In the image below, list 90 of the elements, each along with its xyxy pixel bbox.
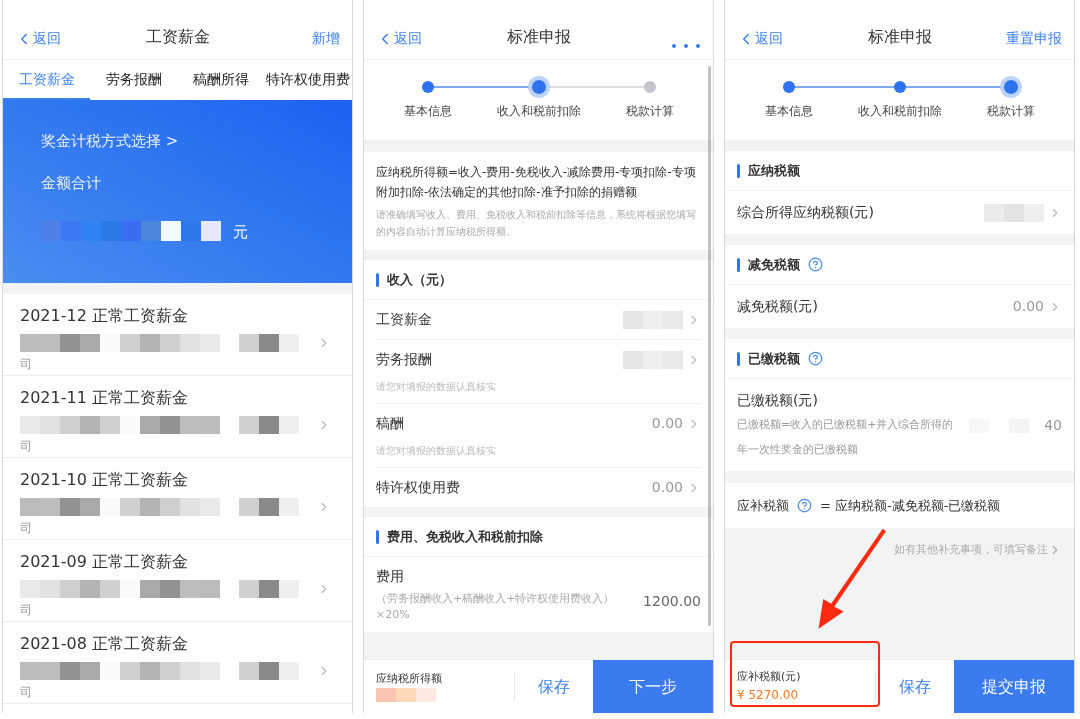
step-label: 税款计算 <box>986 103 1035 120</box>
back-link[interactable]: 返回 <box>15 28 105 49</box>
form-row[interactable]: 劳务报酬 请您对填报的数据认真核实 <box>364 340 713 404</box>
section-title: 减免税额 <box>748 255 800 274</box>
form-row[interactable]: 已缴税额(元) 已缴税额=收入的已缴税额+并入综合所得的 40 年一次性奖金的已缴税额 <box>725 379 1074 471</box>
row-label: 费用 <box>376 567 404 586</box>
row-label: 综合所得应纳税额(元) <box>737 203 874 222</box>
step-label: 基本信息 <box>764 103 813 120</box>
row-value: 1200.00 <box>643 592 701 611</box>
pixelated-block <box>984 203 1044 222</box>
pixelated-block <box>623 350 683 369</box>
more-icon[interactable] <box>671 43 701 49</box>
primary-button[interactable]: 提交申报 <box>954 660 1074 713</box>
pixelated-block <box>623 310 683 329</box>
total-label: 金额合计 <box>41 172 102 194</box>
pixelated-block <box>376 687 436 702</box>
record-title: 2021-09 正常工资薪金 <box>20 551 189 573</box>
form-row[interactable]: 综合所得应纳税额(元) <box>725 191 1074 234</box>
form-row[interactable]: 特许权使用费 0.00 <box>364 468 713 507</box>
row-label: 劳务报酬 <box>376 350 432 369</box>
row-label: 减免税额(元) <box>737 297 818 316</box>
pixelated-block <box>238 334 299 352</box>
back-link[interactable]: 返回 <box>376 28 466 49</box>
formula-text: 应纳税所得额=收入-费用-免税收入-减除费用-专项扣除-专项附加扣除-依法确定的其他扣除-准予扣除的捐赠额 <box>376 164 697 201</box>
record-company: 司 <box>20 602 33 619</box>
pixelated-block <box>238 662 299 680</box>
row-value: 0.00 <box>651 478 683 497</box>
record-title: 2021-11 正常工资薪金 <box>20 387 189 409</box>
pixelated-block <box>238 580 299 598</box>
salary-record[interactable]: 2021-09 正常工资薪金 司 <box>3 540 352 622</box>
primary-button[interactable]: 下一步 <box>593 660 713 713</box>
step-label: 基本信息 <box>403 103 452 120</box>
row-value: 0.00 <box>651 414 683 433</box>
row-value: 40 <box>1044 416 1062 435</box>
tax-due-amount: ¥ 5270.00 <box>737 686 800 704</box>
row-label: 稿酬 <box>376 414 404 433</box>
row-description: 已缴税额=收入的已缴税额+并入综合所得的 <box>737 417 954 434</box>
salary-record[interactable]: 2021-10 正常工资薪金 司 <box>3 458 352 540</box>
pixelated-block <box>238 498 299 516</box>
salary-record[interactable]: 2021-08 正常工资薪金 司 <box>3 622 352 704</box>
hint-text: 请准确填写收入、费用、免税收入和税前扣除等信息，系统将根据您填写的内容自动计算应纳税所得额。 <box>376 208 697 239</box>
section-title: 已缴税额 <box>748 349 800 368</box>
form-row[interactable]: 减免税额(元) 0.00 <box>725 285 1074 328</box>
step-label: 收入和税前扣除 <box>496 103 581 120</box>
row-value: 0.00 <box>1012 297 1044 316</box>
pixelated-block <box>238 416 299 434</box>
back-link[interactable]: 返回 <box>737 28 827 49</box>
form-row[interactable]: 费用 （劳务报酬收入+稿酬收入+特许权使用费收入）×20% 1200.00 <box>364 557 713 632</box>
save-button[interactable]: 保存 <box>876 660 954 713</box>
section-title: 费用、免税收入和税前扣除 <box>387 527 543 546</box>
step-label: 收入和税前扣除 <box>857 103 942 120</box>
save-button[interactable]: 保存 <box>515 660 593 713</box>
row-label: 工资薪金 <box>376 310 432 329</box>
form-row[interactable]: 稿酬 0.00 请您对填报的数据认真核实 <box>364 404 713 468</box>
add-link[interactable]: 新增 <box>312 28 340 49</box>
record-title: 2021-12 正常工资薪金 <box>20 305 189 327</box>
row-hint: 请您对填报的数据认真核实 <box>376 444 497 458</box>
help-icon[interactable] <box>797 498 812 513</box>
step-label: 税款计算 <box>625 103 674 120</box>
tab[interactable]: 劳务报酬 <box>90 60 178 100</box>
screen-title: 工资薪金 <box>144 26 211 48</box>
reset-link[interactable]: 重置申报 <box>1006 28 1062 49</box>
salary-record[interactable]: 2021-12 正常工资薪金 司 <box>3 294 352 376</box>
section-title: 收入（元） <box>387 270 452 289</box>
record-company: 司 <box>20 438 33 455</box>
row-hint: 请您对填报的数据认真核实 <box>376 380 497 394</box>
record-company: 司 <box>20 356 33 373</box>
row-description: （劳务报酬收入+稿酬收入+特许权使用费收入）×20% <box>376 591 616 623</box>
record-company: 司 <box>20 684 33 701</box>
bonus-method-link[interactable]: 奖金计税方式选择 > <box>41 130 314 153</box>
currency-unit: 元 <box>233 222 248 243</box>
row-label: 已缴税额(元) <box>737 391 818 410</box>
row-label: 特许权使用费 <box>376 478 460 497</box>
help-icon[interactable] <box>808 351 823 366</box>
record-title: 2021-10 正常工资薪金 <box>20 469 189 491</box>
section-title: 应纳税额 <box>748 161 800 180</box>
screen-title: 标准申报 <box>505 26 572 48</box>
screen-title: 标准申报 <box>866 26 933 48</box>
record-company: 司 <box>20 520 33 537</box>
form-row[interactable]: 工资薪金 <box>364 300 713 340</box>
footer-label: 应补税额(元) <box>737 669 802 686</box>
footer-label: 应纳税所得额 <box>376 671 443 688</box>
tab[interactable]: 特许权使用费 <box>264 60 352 100</box>
row-description: 年一次性奖金的已缴税额 <box>737 443 858 456</box>
tab[interactable]: 稿酬所得 <box>177 60 265 100</box>
help-icon[interactable] <box>808 257 823 272</box>
record-title: 2021-08 正常工资薪金 <box>20 633 189 655</box>
formula-expression: = 应纳税额-减免税额-已缴税额 <box>820 496 1001 515</box>
formula-label: 应补税额 <box>737 496 789 515</box>
salary-record[interactable]: 2021-11 正常工资薪金 司 <box>3 376 352 458</box>
